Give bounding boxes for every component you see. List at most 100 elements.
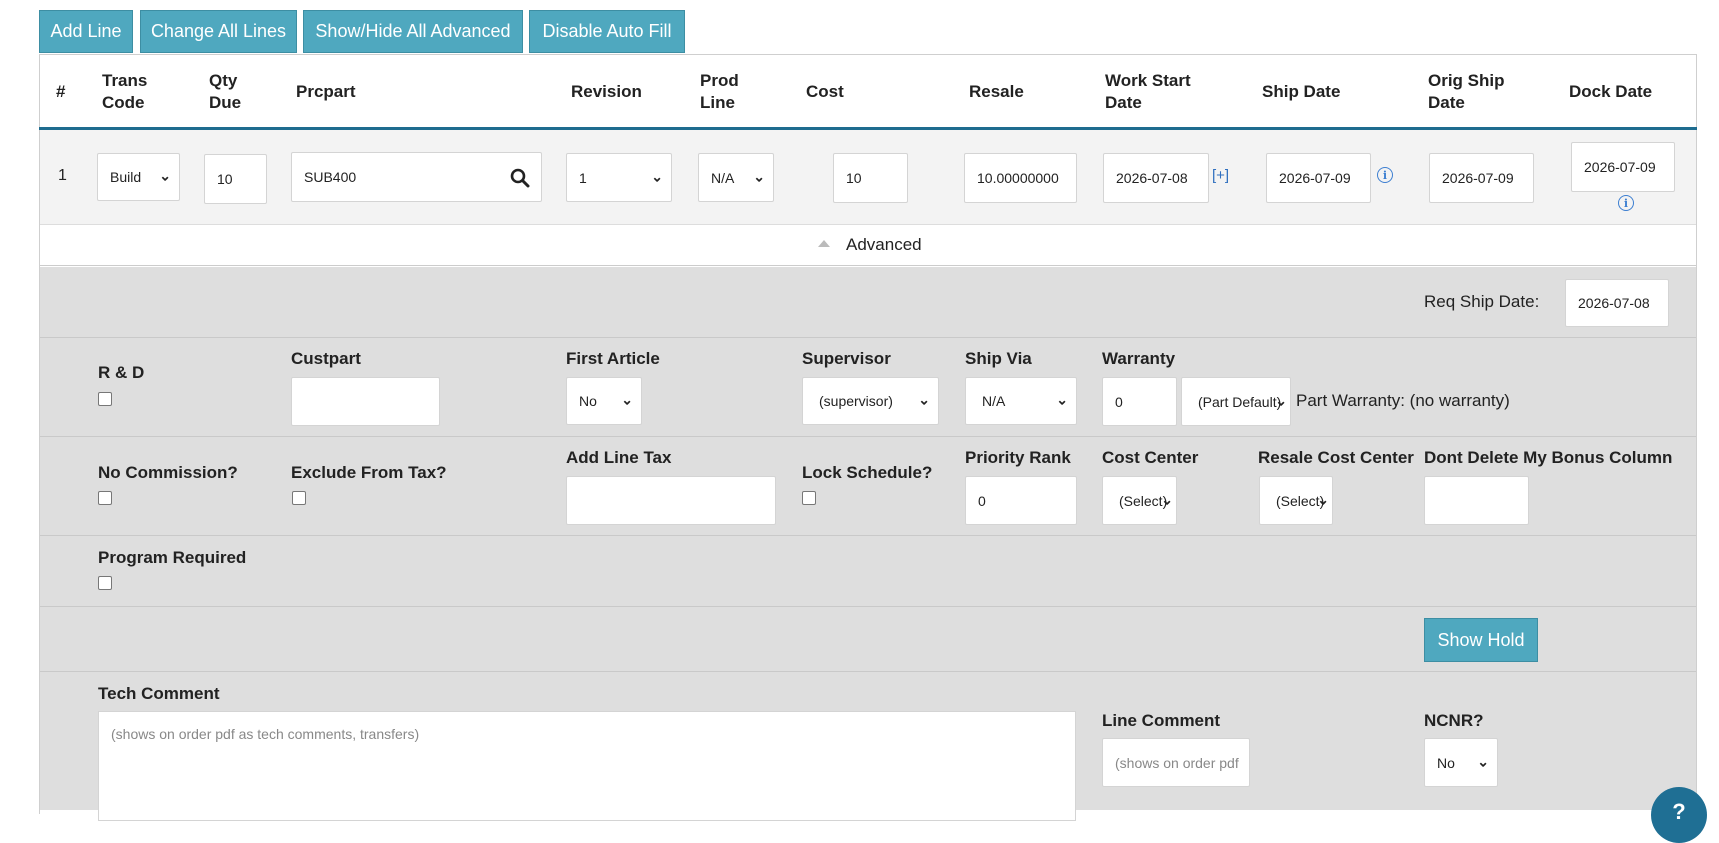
header-ship-date: Ship Date xyxy=(1262,82,1341,101)
divider xyxy=(40,671,1696,672)
show-hide-advanced-button[interactable]: Show/Hide All Advanced xyxy=(303,10,523,53)
cost-center-select[interactable]: (Select) ⌄ xyxy=(1102,476,1177,525)
lock-schedule-label: Lock Schedule? xyxy=(802,463,933,482)
header-cost: Cost xyxy=(806,82,844,101)
exclude-tax-checkbox[interactable] xyxy=(292,491,306,505)
chevron-down-icon: ⌄ xyxy=(1161,491,1173,508)
chevron-down-icon: ⌄ xyxy=(1477,753,1489,770)
row-number: 1 xyxy=(58,167,67,184)
header-dock-date: Dock Date xyxy=(1569,82,1653,101)
chevron-down-icon: ⌄ xyxy=(1056,391,1068,408)
caret-up-icon xyxy=(818,240,830,247)
no-commission-label: No Commission? xyxy=(98,463,238,482)
resale-cost-center-select[interactable]: (Select) ⌄ xyxy=(1259,476,1333,525)
prcpart-input[interactable]: SUB400 xyxy=(291,152,542,202)
chevron-down-icon: ⌄ xyxy=(918,391,930,408)
rd-checkbox[interactable] xyxy=(98,392,112,406)
orig-ship-date-input[interactable]: 2026-07-09 xyxy=(1429,153,1534,203)
part-warranty-text: Part Warranty: (no warranty) xyxy=(1296,391,1510,410)
line-comment-input[interactable]: (shows on order pdf xyxy=(1102,738,1250,787)
ncnr-select[interactable]: No ⌄ xyxy=(1424,738,1498,787)
req-ship-date-label: Req Ship Date: xyxy=(1424,292,1540,311)
first-article-select[interactable]: No ⌄ xyxy=(566,377,642,425)
header-trans-code: Trans Code xyxy=(102,71,148,112)
header-resale: Resale xyxy=(969,82,1024,101)
advanced-toggle[interactable]: Advanced xyxy=(846,235,922,255)
dont-delete-label: Dont Delete My Bonus Column xyxy=(1424,448,1673,467)
first-article-value: No xyxy=(579,393,597,409)
exclude-tax-label: Exclude From Tax? xyxy=(291,463,447,482)
custpart-label: Custpart xyxy=(291,349,361,368)
add-line-tax-input[interactable] xyxy=(566,476,776,525)
line-comment-label: Line Comment xyxy=(1102,711,1221,730)
header-num: # xyxy=(56,82,66,101)
resale-input[interactable]: 10.00000000 xyxy=(964,153,1077,203)
divider xyxy=(40,436,1696,437)
tech-comment-placeholder: (shows on order pdf as tech comments, tr… xyxy=(111,726,420,742)
cost-center-label: Cost Center xyxy=(1102,448,1199,467)
qty-due-input[interactable]: 10 xyxy=(204,154,267,204)
chevron-down-icon: ⌄ xyxy=(753,168,765,185)
header-prod-line: Prod Line xyxy=(700,71,739,112)
ship-via-label: Ship Via xyxy=(965,349,1032,368)
revision-value: 1 xyxy=(579,169,587,186)
ncnr-label: NCNR? xyxy=(1424,711,1484,730)
supervisor-value: (supervisor) xyxy=(819,393,893,409)
no-commission-checkbox[interactable] xyxy=(98,491,112,505)
add-date-link[interactable]: [+] xyxy=(1212,167,1229,184)
add-line-button[interactable]: Add Line xyxy=(39,10,133,53)
add-line-tax-label: Add Line Tax xyxy=(566,448,672,467)
lock-schedule-checkbox[interactable] xyxy=(802,491,816,505)
prod-line-value: N/A xyxy=(711,169,735,186)
divider xyxy=(40,606,1696,607)
tech-comment-label: Tech Comment xyxy=(98,684,220,703)
cost-input[interactable]: 10 xyxy=(833,153,908,203)
program-required-checkbox[interactable] xyxy=(98,576,112,590)
change-all-lines-button[interactable]: Change All Lines xyxy=(140,10,297,53)
program-required-label: Program Required xyxy=(98,548,247,567)
info-icon[interactable]: i xyxy=(1618,195,1634,211)
chevron-down-icon: ⌄ xyxy=(651,168,663,185)
ship-via-select[interactable]: N/A ⌄ xyxy=(965,377,1077,425)
revision-select[interactable]: 1 ⌄ xyxy=(566,153,672,202)
supervisor-label: Supervisor xyxy=(802,349,891,368)
priority-rank-label: Priority Rank xyxy=(965,448,1071,467)
resale-cost-center-label: Resale Cost Center xyxy=(1258,448,1414,467)
cost-center-value: (Select) xyxy=(1119,492,1168,509)
dock-date-input[interactable]: 2026-07-09 xyxy=(1571,142,1675,192)
chevron-down-icon: ⌄ xyxy=(1317,491,1329,508)
rd-label: R & D xyxy=(98,363,145,382)
chevron-down-icon: ⌄ xyxy=(1275,392,1287,409)
ship-via-value: N/A xyxy=(982,393,1006,409)
prod-line-select[interactable]: N/A ⌄ xyxy=(698,153,774,202)
warranty-type-value: (Part Default) xyxy=(1198,393,1282,410)
trans-code-value: Build xyxy=(110,169,142,185)
disable-auto-fill-button[interactable]: Disable Auto Fill xyxy=(529,10,685,53)
header-prcpart: Prcpart xyxy=(296,82,356,101)
divider xyxy=(40,535,1696,536)
divider xyxy=(40,337,1696,338)
show-hold-button[interactable]: Show Hold xyxy=(1424,618,1538,662)
req-ship-date-input[interactable]: 2026-07-08 xyxy=(1565,279,1669,327)
trans-code-select[interactable]: Build ⌄ xyxy=(97,153,180,201)
first-article-label: First Article xyxy=(566,349,660,368)
header-work-start-date: Work Start Date xyxy=(1105,71,1191,112)
warranty-input[interactable]: 0 xyxy=(1102,377,1177,426)
help-icon[interactable]: ? xyxy=(1651,787,1707,843)
dont-delete-input[interactable] xyxy=(1424,476,1529,525)
header-revision: Revision xyxy=(571,82,642,101)
ncnr-value: No xyxy=(1437,754,1455,771)
warranty-type-select[interactable]: (Part Default) ⌄ xyxy=(1181,377,1291,426)
info-icon[interactable]: i xyxy=(1377,167,1393,183)
custpart-input[interactable] xyxy=(291,377,440,426)
chevron-down-icon: ⌄ xyxy=(621,391,633,408)
work-start-date-input[interactable]: 2026-07-08 xyxy=(1103,153,1209,203)
ship-date-input[interactable]: 2026-07-09 xyxy=(1266,153,1371,203)
supervisor-select[interactable]: (supervisor) ⌄ xyxy=(802,377,939,425)
priority-rank-input[interactable]: 0 xyxy=(965,476,1077,525)
chevron-down-icon: ⌄ xyxy=(159,167,171,184)
search-icon[interactable] xyxy=(510,168,530,188)
header-qty-due: Qty Due xyxy=(209,71,242,112)
warranty-label: Warranty xyxy=(1102,349,1176,368)
prcpart-value: SUB400 xyxy=(304,169,357,185)
